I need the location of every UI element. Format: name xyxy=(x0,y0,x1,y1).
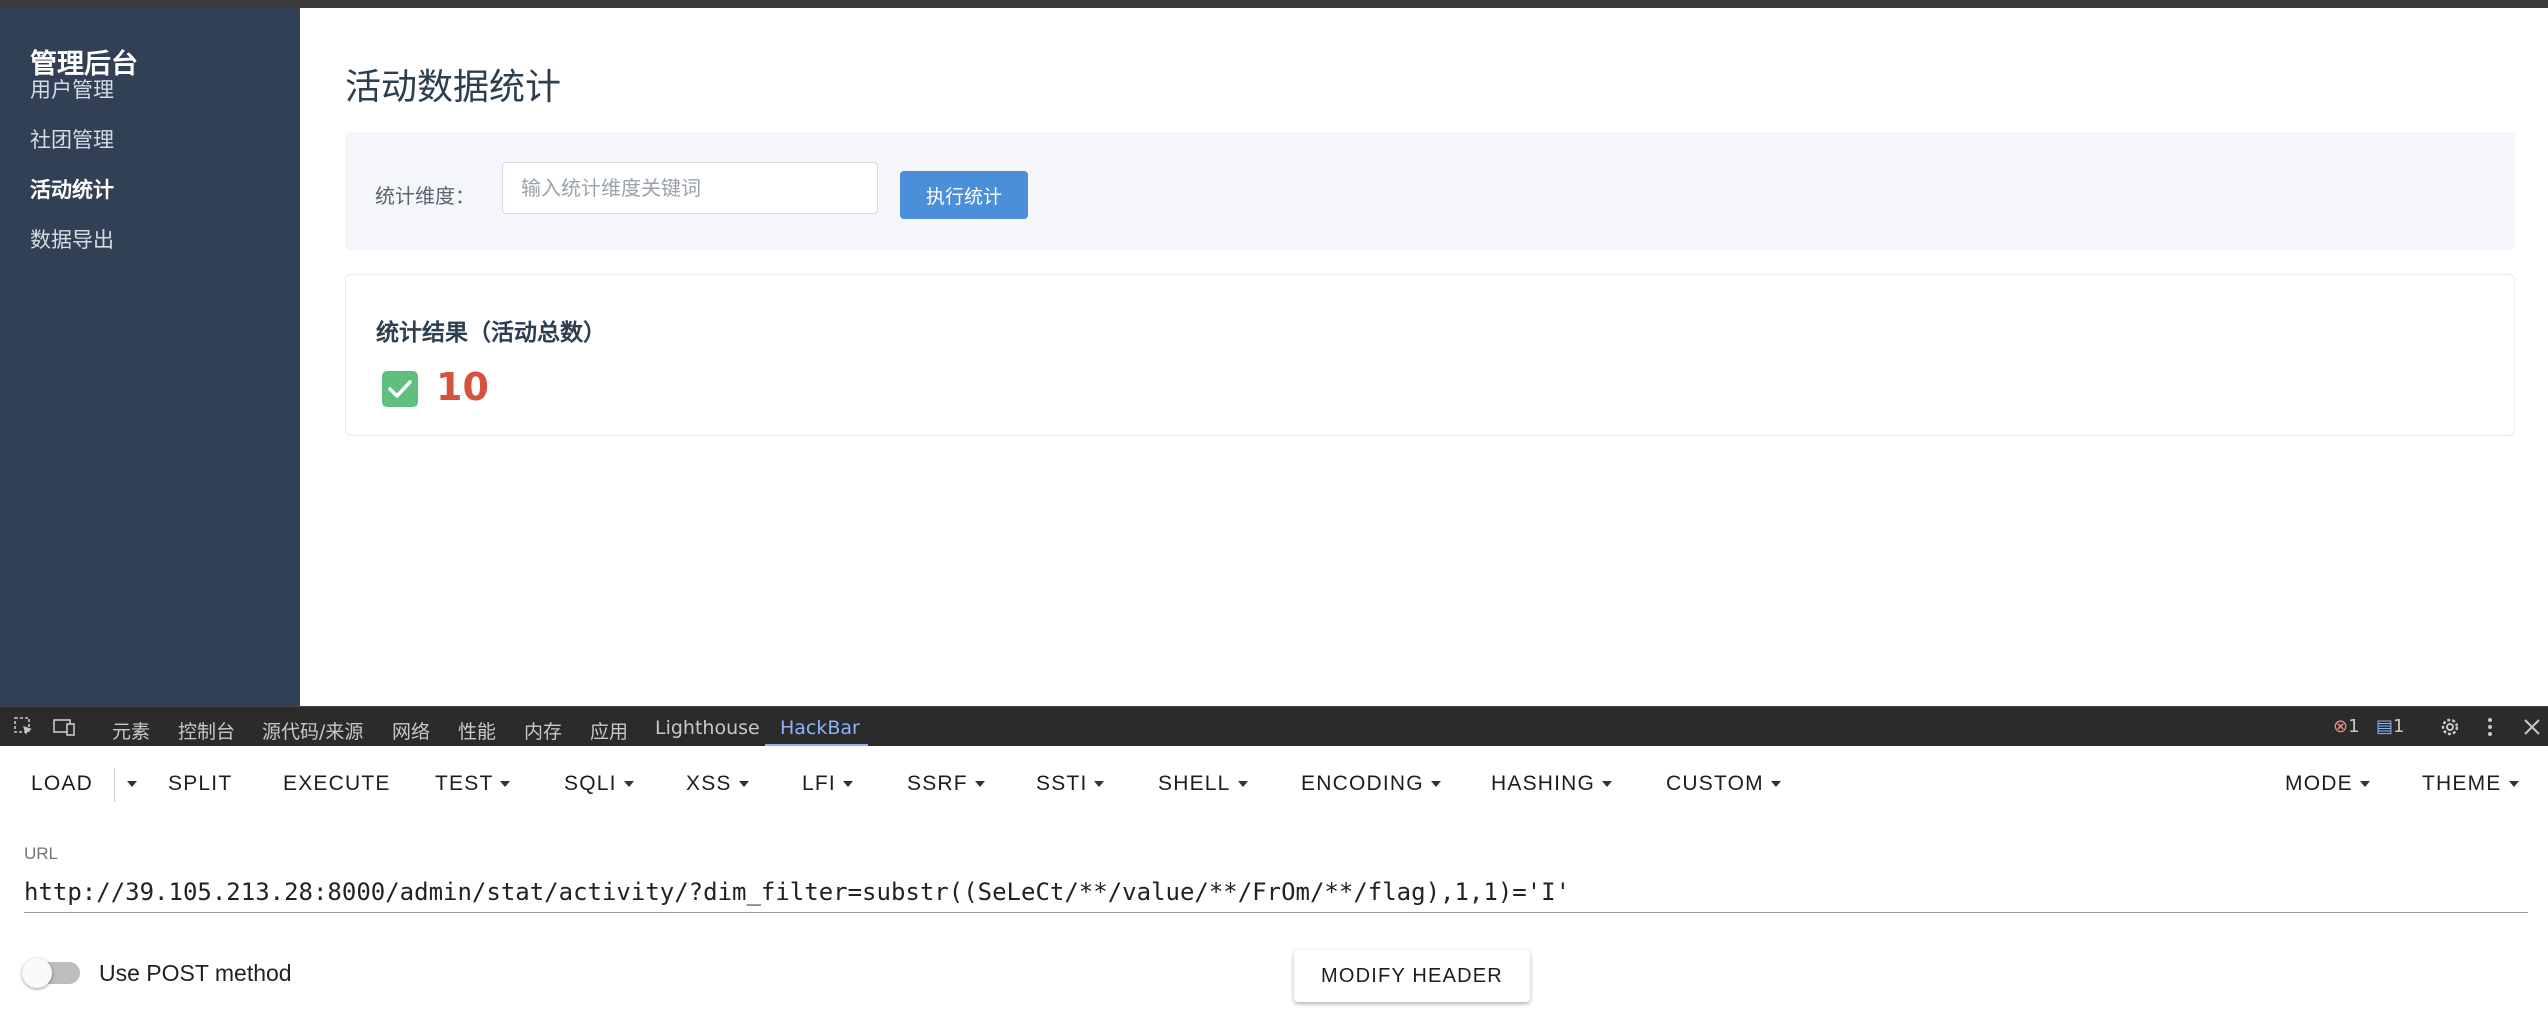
tab-elements[interactable]: 元素 xyxy=(112,717,150,744)
hashing-label: HASHING xyxy=(1491,772,1596,795)
error-icon: ⊗ xyxy=(2333,716,2349,737)
chevron-down-icon xyxy=(1237,781,1248,788)
inspect-element-icon[interactable] xyxy=(12,715,36,739)
error-indicator[interactable]: ⊗1 xyxy=(2333,716,2360,737)
theme-label: THEME xyxy=(2422,772,2502,795)
mode-label: MODE xyxy=(2285,772,2353,795)
check-mark-icon xyxy=(382,371,418,407)
run-stats-button[interactable]: 执行统计 xyxy=(900,171,1028,219)
tab-memory[interactable]: 内存 xyxy=(524,717,562,744)
sqli-menu[interactable]: SQLI xyxy=(564,772,634,796)
shell-label: SHELL xyxy=(1158,772,1231,795)
sidebar-item-data-export[interactable]: 数据导出 xyxy=(30,224,114,254)
theme-menu[interactable]: THEME xyxy=(2422,772,2519,796)
page-title: 活动数据统计 xyxy=(345,67,562,108)
load-button[interactable]: LOAD xyxy=(31,772,93,796)
browser-top-strip xyxy=(0,0,2548,8)
sidebar-item-activity-stats[interactable]: 活动统计 xyxy=(30,174,114,204)
encoding-menu[interactable]: ENCODING xyxy=(1301,772,1441,796)
sqli-label: SQLI xyxy=(564,772,617,795)
chevron-down-icon xyxy=(974,781,985,788)
chevron-down-icon xyxy=(623,781,634,788)
chevron-down-icon xyxy=(1602,781,1613,788)
chevron-down-icon xyxy=(738,781,749,788)
toggle-knob xyxy=(22,958,52,988)
sidebar-item-clubs[interactable]: 社团管理 xyxy=(30,124,114,154)
load-dropdown-icon[interactable] xyxy=(120,772,137,796)
split-button[interactable]: SPLIT xyxy=(168,772,232,796)
filter-panel: 统计维度： 执行统计 xyxy=(345,132,2515,250)
chevron-down-icon xyxy=(2359,781,2370,788)
tab-network[interactable]: 网络 xyxy=(392,717,430,744)
mode-menu[interactable]: MODE xyxy=(2285,772,2370,796)
settings-gear-icon[interactable] xyxy=(2438,715,2462,739)
chevron-down-icon xyxy=(2508,781,2519,788)
dimension-input[interactable] xyxy=(502,162,878,214)
chevron-down-icon xyxy=(1094,781,1105,788)
tab-hackbar[interactable]: HackBar xyxy=(780,717,860,739)
ssrf-menu[interactable]: SSRF xyxy=(907,772,985,796)
tab-application[interactable]: 应用 xyxy=(590,717,628,744)
tab-console[interactable]: 控制台 xyxy=(178,717,235,744)
test-label: TEST xyxy=(435,772,494,795)
chevron-down-icon xyxy=(500,781,511,788)
post-method-label: Use POST method xyxy=(99,960,292,986)
message-icon: ▤ xyxy=(2376,716,2394,737)
test-menu[interactable]: TEST xyxy=(435,772,511,796)
xss-menu[interactable]: XSS xyxy=(686,772,749,796)
result-card: 统计结果（活动总数） 10 xyxy=(345,274,2515,436)
tab-sources[interactable]: 源代码/来源 xyxy=(262,717,363,744)
device-toolbar-icon[interactable] xyxy=(52,715,76,739)
message-count: 1 xyxy=(2393,716,2405,737)
chevron-down-icon xyxy=(842,781,853,788)
encoding-label: ENCODING xyxy=(1301,772,1424,795)
modify-header-button[interactable]: MODIFY HEADER xyxy=(1294,950,1530,1002)
tab-performance[interactable]: 性能 xyxy=(458,717,496,744)
error-count: 1 xyxy=(2348,716,2360,737)
more-options-icon[interactable] xyxy=(2478,715,2502,739)
post-method-toggle[interactable] xyxy=(22,958,80,988)
xss-label: XSS xyxy=(686,772,732,795)
lfi-label: LFI xyxy=(802,772,836,795)
sidebar: 管理后台 用户管理 社团管理 活动统计 数据导出 xyxy=(0,8,300,706)
close-icon[interactable] xyxy=(2520,715,2544,739)
hashing-menu[interactable]: HASHING xyxy=(1491,772,1613,796)
custom-label: CUSTOM xyxy=(1666,772,1764,795)
load-separator xyxy=(114,768,115,802)
result-value: 10 xyxy=(436,365,489,409)
sidebar-item-users[interactable]: 用户管理 xyxy=(30,74,114,104)
url-underline xyxy=(24,912,2528,913)
filter-label: 统计维度： xyxy=(375,184,475,208)
chevron-down-icon xyxy=(1430,781,1441,788)
result-title: 统计结果（活动总数） xyxy=(376,320,606,346)
ssti-label: SSTI xyxy=(1036,772,1088,795)
devtools-tabbar: 元素 控制台 源代码/来源 网络 性能 内存 应用 Lighthouse Hac… xyxy=(0,706,2548,747)
hackbar-panel: LOAD SPLIT EXECUTE TEST SQLI XSS LFI SSR… xyxy=(0,746,2548,1020)
lfi-menu[interactable]: LFI xyxy=(802,772,853,796)
url-label: URL xyxy=(24,844,59,863)
ssrf-label: SSRF xyxy=(907,772,968,795)
url-input[interactable]: http://39.105.213.28:8000/admin/stat/act… xyxy=(24,878,1570,906)
chevron-down-icon xyxy=(1770,781,1781,788)
custom-menu[interactable]: CUSTOM xyxy=(1666,772,1781,796)
tab-lighthouse[interactable]: Lighthouse xyxy=(655,717,760,739)
main-content: 活动数据统计 统计维度： 执行统计 统计结果（活动总数） 10 xyxy=(300,8,2548,706)
message-indicator[interactable]: ▤1 xyxy=(2376,716,2404,737)
shell-menu[interactable]: SHELL xyxy=(1158,772,1248,796)
execute-button[interactable]: EXECUTE xyxy=(283,772,391,796)
ssti-menu[interactable]: SSTI xyxy=(1036,772,1105,796)
